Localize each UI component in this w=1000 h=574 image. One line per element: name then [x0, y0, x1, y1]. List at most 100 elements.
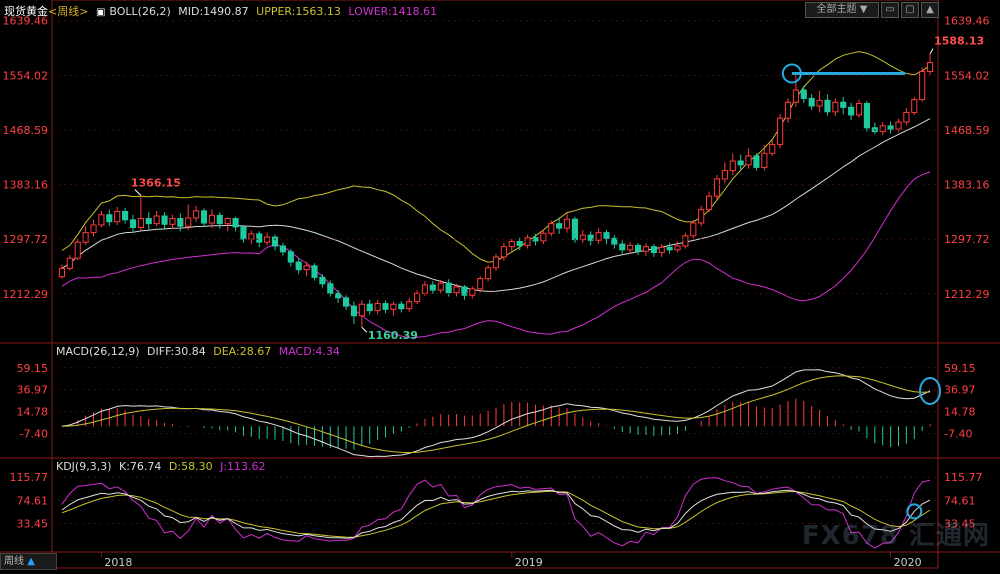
candle-body [421, 284, 429, 294]
candle-body [287, 251, 294, 263]
candle [777, 113, 784, 149]
candle-body [682, 235, 689, 247]
candle-body [658, 246, 665, 253]
price-panel[interactable]: 1366.15 1160.39 1588.13 [58, 35, 984, 343]
macd-tick-right: 36.97 [944, 384, 976, 397]
candle-body [429, 284, 436, 291]
candle-body [358, 303, 365, 317]
candle-body [879, 125, 886, 133]
kdj-k: K:76.74 [119, 460, 162, 473]
axes: 1639.46 1639.461554.02 1554.021468.59 1468.… [3, 15, 990, 569]
price-tick-right: 1554.02 [944, 69, 990, 82]
candle [926, 53, 934, 75]
candle [524, 234, 531, 249]
price-tick-left: 1212.29 [3, 288, 49, 301]
scroll-up-icon[interactable]: ▲ [921, 2, 939, 18]
candle-body [295, 261, 302, 271]
candle-body [74, 241, 81, 259]
candle [761, 145, 768, 171]
candle [335, 290, 342, 303]
candle [271, 234, 279, 251]
theme-dropdown[interactable]: 全部主题 ▼ [805, 2, 879, 18]
candle-body [642, 246, 650, 252]
candle-body [777, 117, 784, 145]
candle-body [926, 62, 934, 73]
candle [216, 212, 223, 229]
candle-body [548, 223, 555, 234]
candle [634, 242, 642, 255]
maximize-icon[interactable]: ▢ [901, 2, 919, 18]
candle-body [769, 143, 776, 154]
last-high-label: 1588.13 [934, 35, 984, 48]
candle-body [177, 218, 184, 227]
candle [745, 148, 752, 169]
candle [122, 207, 129, 224]
candle-body [784, 101, 792, 119]
candle [398, 301, 405, 313]
candle [848, 102, 855, 121]
boll-icon: ▣ [95, 7, 106, 18]
candle [177, 213, 184, 232]
period-selector[interactable]: 周线 ▲ [0, 553, 57, 570]
chart-window: 1366.15 1160.39 1588.13 59.15 59.15 36.97 36.… [0, 0, 1000, 570]
candle [145, 212, 152, 231]
candle [619, 240, 626, 254]
candle [603, 230, 610, 245]
candle-body [114, 211, 121, 223]
candle [627, 242, 634, 254]
candle-body [350, 305, 358, 317]
candle [114, 207, 121, 225]
candle-body [193, 210, 200, 219]
candle-body [232, 218, 239, 228]
candle-body [153, 215, 160, 225]
candle [816, 90, 823, 113]
boll-upper: UPPER:1563.13 [256, 5, 341, 18]
chart-svg: 1366.15 1160.39 1588.13 59.15 59.15 36.97 36.… [0, 0, 1000, 569]
candle-body [492, 256, 500, 269]
candle-body [256, 233, 263, 243]
candle-body [737, 160, 744, 166]
candle [82, 226, 89, 245]
candle [232, 216, 239, 232]
candle-body [650, 246, 657, 253]
macd-panel[interactable]: 59.15 59.15 36.97 36.97 14.78 14.78 -7.40 -7.40 [17, 362, 976, 458]
candle [193, 205, 200, 222]
candle-body [82, 232, 89, 243]
macd-tick-right: -7.40 [944, 428, 972, 441]
candle-body [603, 232, 610, 239]
price-tick-left: 1297.72 [3, 233, 49, 246]
restore-icon[interactable]: ▭ [881, 2, 899, 18]
candle-body [382, 303, 389, 310]
candle [311, 263, 318, 281]
candle-body [406, 301, 413, 310]
macd-tick-left: 14.78 [17, 406, 49, 419]
candle-body [445, 282, 452, 294]
candle [358, 300, 365, 328]
kdj-tick-left: 115.77 [10, 471, 49, 484]
candle-body [390, 303, 397, 310]
candle-body [721, 170, 728, 180]
candle-body [863, 102, 870, 129]
candle [129, 214, 137, 233]
candle-body [816, 99, 823, 107]
candle [366, 299, 373, 315]
candle-body [169, 218, 176, 225]
candle-body [713, 178, 721, 197]
macd-header: MACD(26,12,9) DIFF:30.84 DEA:28.67 MACD:… [56, 345, 344, 358]
candle-body [516, 241, 523, 246]
candle [808, 93, 815, 110]
low-label: 1160.39 [368, 329, 418, 342]
price-tick-left: 1554.02 [3, 69, 49, 82]
candle-body [690, 222, 697, 237]
candle [587, 231, 594, 246]
candle-body [98, 214, 105, 226]
candle [611, 235, 618, 249]
instrument-name: 现货黄金 [4, 5, 48, 18]
candle-body [414, 292, 421, 303]
candle-body [335, 292, 342, 299]
candle-body [571, 218, 578, 241]
candle-body [619, 243, 626, 251]
time-tick-label: 2018 [104, 556, 132, 569]
candle [414, 290, 421, 305]
candle [342, 295, 350, 310]
